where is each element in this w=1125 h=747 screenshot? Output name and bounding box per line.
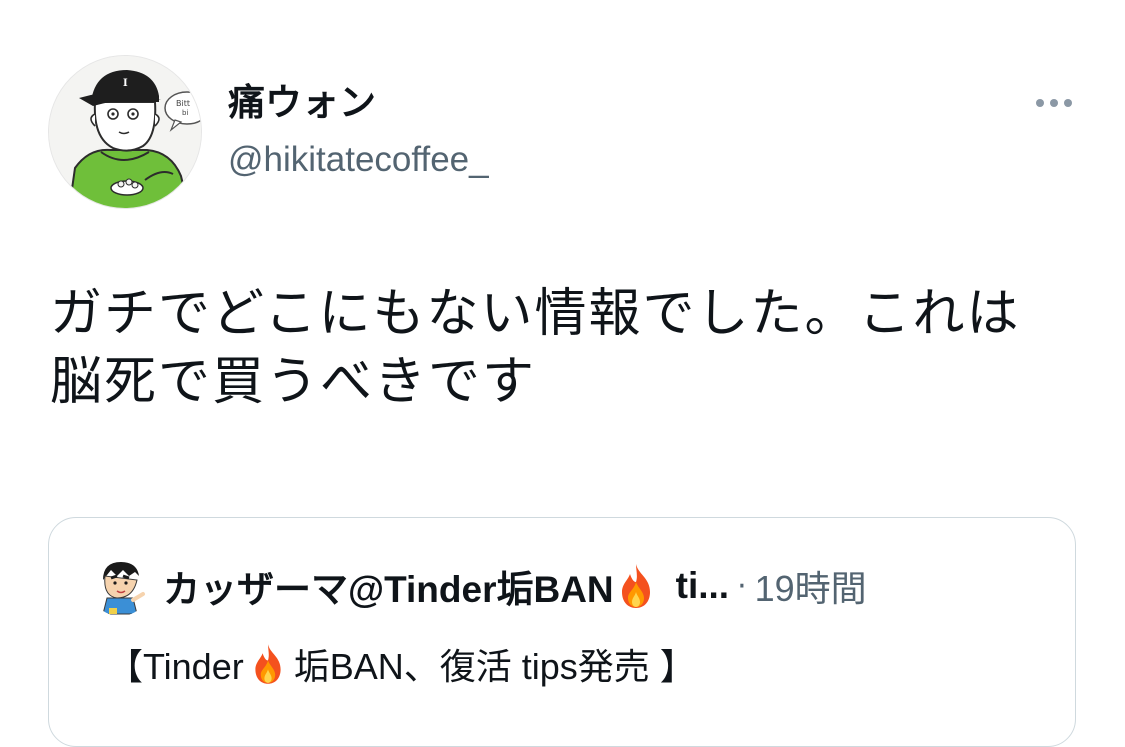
header-separator: ·: [737, 568, 747, 604]
author-display-name[interactable]: 痛ウォン: [228, 78, 376, 128]
author-handle[interactable]: @hikitatecoffee_: [228, 136, 489, 184]
tweet-text: ガチでどこにもない情報でした。これは脳死で買うべきです: [50, 284, 1021, 412]
quoted-text-suffix: 垢BAN、復活 tips発売 】: [293, 646, 696, 687]
fire-icon: [621, 564, 650, 608]
quoted-text-prefix: 【Tinder: [107, 646, 244, 687]
svg-text:Bitt: Bitt: [176, 99, 190, 108]
quoted-tweet-text: 【Tinder 垢BAN、復活 tips発売 】: [107, 636, 696, 692]
more-options-button[interactable]: [1024, 88, 1084, 118]
quoted-author-handle-truncated[interactable]: ti...: [676, 565, 729, 607]
author-avatar[interactable]: Bitt bi I: [48, 55, 202, 209]
quoted-author-avatar[interactable]: [89, 554, 151, 616]
quoted-author-name[interactable]: カッザーマ@Tinder垢BAN: [163, 559, 614, 613]
svg-text:I: I: [123, 78, 128, 89]
more-dot-icon: [1036, 99, 1044, 107]
more-dot-icon: [1064, 99, 1072, 107]
svg-text:bi: bi: [182, 109, 188, 117]
more-dot-icon: [1050, 99, 1058, 107]
fire-icon: [255, 644, 281, 684]
tweet: Bitt bi I 痛ウォン @hikitatecoffee_ ガチでどこにもな…: [0, 0, 1125, 747]
quoted-tweet-header: カッザーマ@Tinder垢BAN ti... · 19時間: [163, 560, 867, 612]
quoted-tweet-card[interactable]: カッザーマ@Tinder垢BAN ti... · 19時間 【Tinder 垢B…: [48, 517, 1076, 747]
quoted-tweet-time[interactable]: 19時間: [755, 560, 867, 612]
